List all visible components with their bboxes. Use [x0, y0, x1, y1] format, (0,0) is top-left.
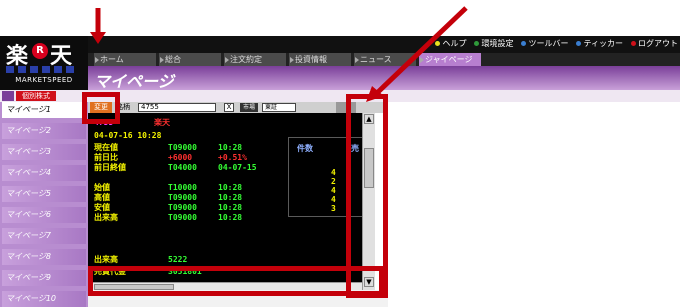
stock-name: 楽天 [154, 118, 170, 127]
quote-value: T09000 [168, 143, 197, 152]
quote-value: +6000 [168, 153, 193, 162]
quote-time: 10:28 [218, 143, 243, 152]
link-dot-icon [435, 41, 441, 46]
quote-value: T10000 [168, 183, 197, 192]
top-link-0[interactable]: ヘルプ [435, 38, 466, 49]
quote-label: 前日比 [94, 153, 118, 162]
empty-content-area [388, 102, 680, 307]
sidebar-item-2[interactable]: マイページ2 [2, 123, 86, 139]
sidebar-item-1[interactable]: マイページ1 [2, 102, 86, 118]
mypage-sidebar: マイページ1 マイページ2 マイページ3 マイページ4 マイページ5 マイページ6 マイペー… [0, 102, 88, 307]
top-menu-bar: ヘルプ 環境設定 ツールバー ティッカー ログアウト [88, 36, 680, 53]
logo-block [42, 66, 50, 73]
logo-block [18, 66, 26, 73]
sidebar-item-5[interactable]: マイページ5 [2, 186, 86, 202]
quote-value: T09000 [168, 203, 197, 212]
logo-brand: MARKETSPEED [15, 76, 73, 84]
page-title: マイページ [94, 72, 174, 91]
quote-time: 10:28 [218, 213, 243, 222]
tab-5[interactable]: ジャイページ [419, 53, 481, 66]
bottom-value-volume: 5222 [168, 255, 188, 264]
quote-label: 安値 [94, 203, 110, 212]
logo-block [6, 66, 14, 73]
tab-2[interactable]: 注文約定 [224, 53, 286, 66]
highlight-box-horizontal-scroll [88, 266, 384, 296]
top-link-label: ヘルプ [442, 39, 467, 48]
tab-0[interactable]: ホーム [94, 53, 156, 66]
order-book-value: 4 [331, 195, 336, 204]
quote-time: 10:28 [218, 183, 243, 192]
quote-time: 10:28 [218, 203, 243, 212]
sidebar-item-4[interactable]: マイページ4 [2, 165, 86, 181]
sidebar-item-6[interactable]: マイページ6 [2, 207, 86, 223]
quote-value: T09000 [168, 193, 197, 202]
logo-block [54, 66, 62, 73]
symbol-input[interactable]: 4755 [138, 103, 216, 112]
top-link-2[interactable]: ツールバー [521, 38, 568, 49]
sidebar-item-10[interactable]: マイページ10 [2, 291, 86, 307]
top-link-label: 環境設定 [481, 39, 514, 48]
top-link-label: ティッカー [583, 39, 623, 48]
link-dot-icon [521, 41, 527, 46]
top-links: ヘルプ 環境設定 ツールバー ティッカー ログアウト [435, 38, 678, 49]
link-dot-icon [576, 41, 582, 46]
stock-datetime: 04-07-16 10:28 [94, 131, 162, 140]
quote-value: T09000 [168, 213, 197, 222]
quote-time: +0.51% [218, 153, 247, 162]
market-label: 市場 [240, 103, 258, 112]
individual-stock-button[interactable]: 個別株式 [16, 91, 56, 101]
top-link-3[interactable]: ティッカー [576, 38, 623, 49]
rakuten-logo: 楽 R 天 MARKETSPEED [0, 36, 88, 90]
sidebar-item-7[interactable]: マイページ7 [2, 228, 86, 244]
bottom-label-volume: 出来高 [94, 255, 118, 264]
quote-time: 10:28 [218, 193, 243, 202]
link-dot-icon [631, 41, 636, 46]
sidebar-item-9[interactable]: マイページ9 [2, 270, 86, 286]
order-book-value: 4 [331, 168, 336, 177]
mode-toggle-button[interactable] [2, 91, 14, 101]
top-link-4[interactable]: ログアウト [631, 38, 678, 49]
close-button[interactable]: X [224, 103, 234, 112]
quote-label: 始値 [94, 183, 110, 192]
highlight-box-change-button [82, 92, 120, 124]
top-link-label: ログアウト [638, 39, 678, 48]
stock-board-panel: 4755 楽天 04-07-16 10:28 現在値 T09000 10:28 前日比… [88, 113, 375, 290]
table-header-count: 件数 [297, 144, 313, 153]
tab-3[interactable]: 投資情報 [289, 53, 351, 66]
sidebar-item-8[interactable]: マイページ8 [2, 249, 86, 265]
quote-label: 出来高 [94, 213, 118, 222]
quote-label: 高値 [94, 193, 110, 202]
link-dot-icon [474, 41, 480, 46]
tab-1[interactable]: 総合 [159, 53, 221, 66]
main-tab-bar: ホーム 総合 注文約定 投資情報 ニュース ジャイページ [88, 53, 680, 66]
top-link-label: ツールバー [528, 39, 569, 48]
logo-r-mark: R [32, 43, 48, 59]
quote-label: 前日終値 [94, 163, 126, 172]
order-book-value: 4 [331, 186, 336, 195]
market-select[interactable]: 東証 [262, 103, 296, 112]
quote-value: T04000 [168, 163, 197, 172]
order-book-value: 2 [331, 177, 336, 186]
tab-4[interactable]: ニュース [354, 53, 416, 66]
page-banner: マイページ [88, 66, 680, 91]
board-toolbar: 変更 銘柄 4755 X 市場 東証 [88, 102, 388, 113]
sidebar-item-3[interactable]: マイページ3 [2, 144, 86, 160]
logo-block [30, 66, 38, 73]
quote-label: 現在値 [94, 143, 118, 152]
quote-time: 04-07-15 [218, 163, 257, 172]
order-book-value: 3 [331, 204, 336, 213]
logo-block [66, 66, 74, 73]
top-link-1[interactable]: 環境設定 [474, 38, 513, 49]
